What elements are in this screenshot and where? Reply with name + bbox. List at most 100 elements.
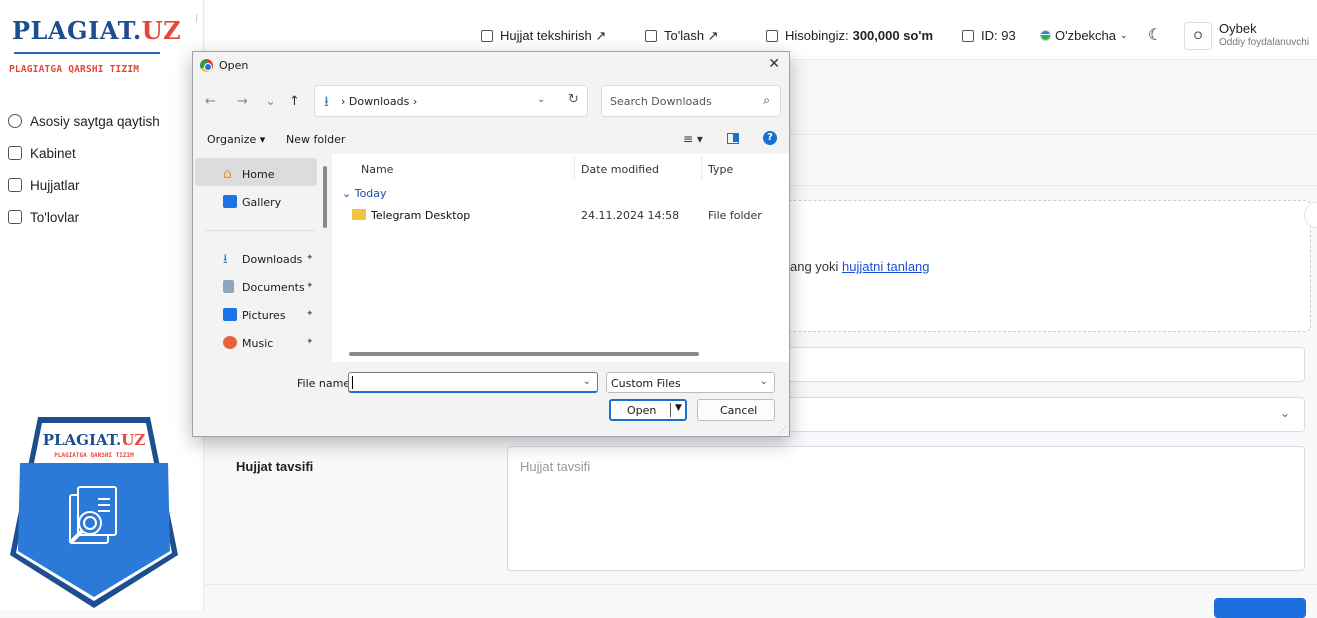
- text-caret: [352, 376, 353, 389]
- file-row[interactable]: Telegram Desktop 24.11.2024 14:58 File f…: [342, 204, 782, 226]
- sidebar-scrollbar[interactable]: [196, 14, 200, 22]
- sidebar-item-label: Hujjatlar: [30, 177, 80, 193]
- cancel-button[interactable]: Cancel: [697, 399, 775, 421]
- preview-pane-icon[interactable]: [727, 133, 739, 144]
- recent-locations-button[interactable]: ⌄: [265, 94, 276, 109]
- moon-icon: ☾: [1148, 27, 1163, 44]
- column-divider[interactable]: [574, 156, 575, 180]
- open-button-label: Open: [627, 404, 657, 417]
- wallet-icon: [8, 210, 22, 224]
- nav-pane-label: Gallery: [242, 196, 282, 209]
- split-divider: [670, 403, 671, 417]
- chevron-down-icon: ⌄: [1279, 406, 1290, 420]
- home-icon: [8, 146, 22, 160]
- view-options-icon[interactable]: ≡ ▾: [683, 132, 703, 146]
- card-icon: [766, 29, 778, 42]
- dialog-title: Open: [219, 59, 249, 72]
- navigation-pane: ⌂ Home Gallery ⭳ Downloads ✦ Documents ✦…: [195, 154, 329, 362]
- dropzone-text: ang yoki hujjatni tanlang: [790, 259, 930, 274]
- dark-mode-toggle[interactable]: ☾: [1148, 25, 1162, 45]
- music-icon: [223, 336, 237, 349]
- column-header-type[interactable]: Type: [708, 163, 733, 176]
- document-search-icon: [481, 30, 493, 42]
- column-header-name[interactable]: Name: [361, 163, 393, 176]
- check-document-label: Hujjat tekshirish ↗: [500, 28, 607, 43]
- document-icon: [8, 178, 22, 192]
- up-button[interactable]: ↑: [289, 94, 300, 109]
- breadcrumb-downloads[interactable]: Downloads: [349, 95, 409, 108]
- arrow-left-circle-icon: [8, 114, 22, 128]
- file-name: Telegram Desktop: [371, 209, 471, 222]
- refresh-icon[interactable]: ↻: [568, 92, 579, 107]
- group-label: Today: [354, 187, 387, 200]
- section-divider: [205, 584, 1317, 585]
- nav-pane-label: Downloads: [242, 253, 303, 266]
- file-type-filter[interactable]: Custom Files ⌄: [606, 372, 775, 393]
- search-input[interactable]: Search Downloads ⌕: [601, 85, 781, 117]
- logo[interactable]: PLAGIAT.UZ: [12, 16, 181, 45]
- caret-down-icon[interactable]: ▼: [675, 403, 682, 413]
- pin-icon[interactable]: ✦: [306, 281, 314, 291]
- chevron-down-icon: ⌄: [759, 376, 768, 387]
- address-bar[interactable]: ⭳ › Downloads › ⌄ ↻: [314, 85, 588, 117]
- sidebar-item-tolovlar[interactable]: To'lovlar: [8, 201, 160, 233]
- file-name-input[interactable]: ⌄: [348, 372, 598, 393]
- pictures-icon: [223, 308, 237, 321]
- sidebar-item-kabinet[interactable]: Kabinet: [8, 137, 160, 169]
- file-list: Name Date modified Type ⌄ Today Telegram…: [332, 154, 789, 362]
- sidebar-item-back-to-site[interactable]: Asosiy saytga qaytish: [8, 105, 160, 137]
- pin-icon[interactable]: ✦: [306, 337, 314, 347]
- pin-icon[interactable]: ✦: [306, 253, 314, 263]
- home-icon: ⌂: [223, 166, 232, 182]
- dropzone-instruction: ang yoki: [790, 259, 839, 274]
- back-button[interactable]: ←: [205, 94, 216, 109]
- user-role: Oddiy foydalanuvchi: [1219, 37, 1310, 48]
- language-label: O'zbekcha: [1055, 28, 1117, 43]
- help-icon[interactable]: ?: [763, 131, 777, 145]
- logo-underline: [14, 52, 160, 54]
- chevron-down-icon[interactable]: ⌄: [537, 94, 545, 105]
- user-name[interactable]: Oybek: [1219, 21, 1257, 36]
- file-name-label: File name:: [297, 377, 354, 390]
- balance-label: Hisobingiz:: [785, 28, 849, 43]
- nav-pane-label: Home: [242, 168, 275, 181]
- file-type-filter-value: Custom Files: [611, 377, 681, 390]
- description-placeholder: Hujjat tavsifi: [520, 459, 591, 474]
- file-date: 24.11.2024 14:58: [581, 209, 680, 222]
- badge-logo-text: PLAGIAT.UZ: [43, 431, 146, 449]
- sidebar-item-hujjatlar[interactable]: Hujjatlar: [8, 169, 160, 201]
- organize-menu[interactable]: Organize ▾: [207, 133, 265, 146]
- submit-button[interactable]: [1214, 598, 1306, 618]
- pay-link[interactable]: To'lash ↗: [645, 28, 719, 44]
- choose-file-link[interactable]: hujjatni tanlang: [842, 259, 929, 274]
- column-divider[interactable]: [701, 156, 702, 180]
- avatar[interactable]: O: [1184, 22, 1212, 50]
- sidebar-item-label: To'lovlar: [30, 209, 80, 225]
- cancel-button-label: Cancel: [720, 404, 758, 417]
- balance-value: 300,000 so'm: [852, 28, 934, 43]
- description-textarea[interactable]: [507, 446, 1305, 571]
- folder-icon: [352, 209, 366, 220]
- check-document-link[interactable]: Hujjat tekshirish ↗: [481, 28, 606, 44]
- nav-pane-scrollbar[interactable]: [323, 166, 327, 228]
- sidebar-nav: Asosiy saytga qaytish Kabinet Hujjatlar …: [8, 105, 160, 233]
- resize-grip-icon[interactable]: ⋰: [779, 425, 787, 434]
- horizontal-scrollbar[interactable]: [349, 352, 699, 356]
- close-button[interactable]: ✕: [768, 56, 780, 72]
- group-header-today[interactable]: ⌄ Today: [342, 187, 387, 200]
- dialog-titlebar[interactable]: Open ✕: [193, 52, 789, 78]
- sidebar-item-label: Kabinet: [30, 145, 76, 161]
- chevron-down-icon[interactable]: ⌄: [583, 376, 591, 387]
- badge-subtitle: PLAGIATGA QARSHI TIZIM: [54, 452, 134, 459]
- download-icon: ⭳: [324, 94, 329, 110]
- column-header-date[interactable]: Date modified: [581, 163, 659, 176]
- pin-icon[interactable]: ✦: [306, 309, 314, 319]
- documents-icon: [223, 280, 234, 293]
- logo-subtitle: PLAGIATGA QARSHI TIZIM: [9, 64, 140, 75]
- forward-button[interactable]: →: [237, 94, 248, 109]
- uzbek-flag-icon: [1040, 30, 1051, 41]
- open-button[interactable]: Open ▼: [609, 399, 687, 421]
- language-select[interactable]: O'zbekcha ⌄: [1040, 28, 1128, 43]
- new-folder-button[interactable]: New folder: [286, 133, 345, 146]
- search-icon: ⌕: [763, 93, 770, 107]
